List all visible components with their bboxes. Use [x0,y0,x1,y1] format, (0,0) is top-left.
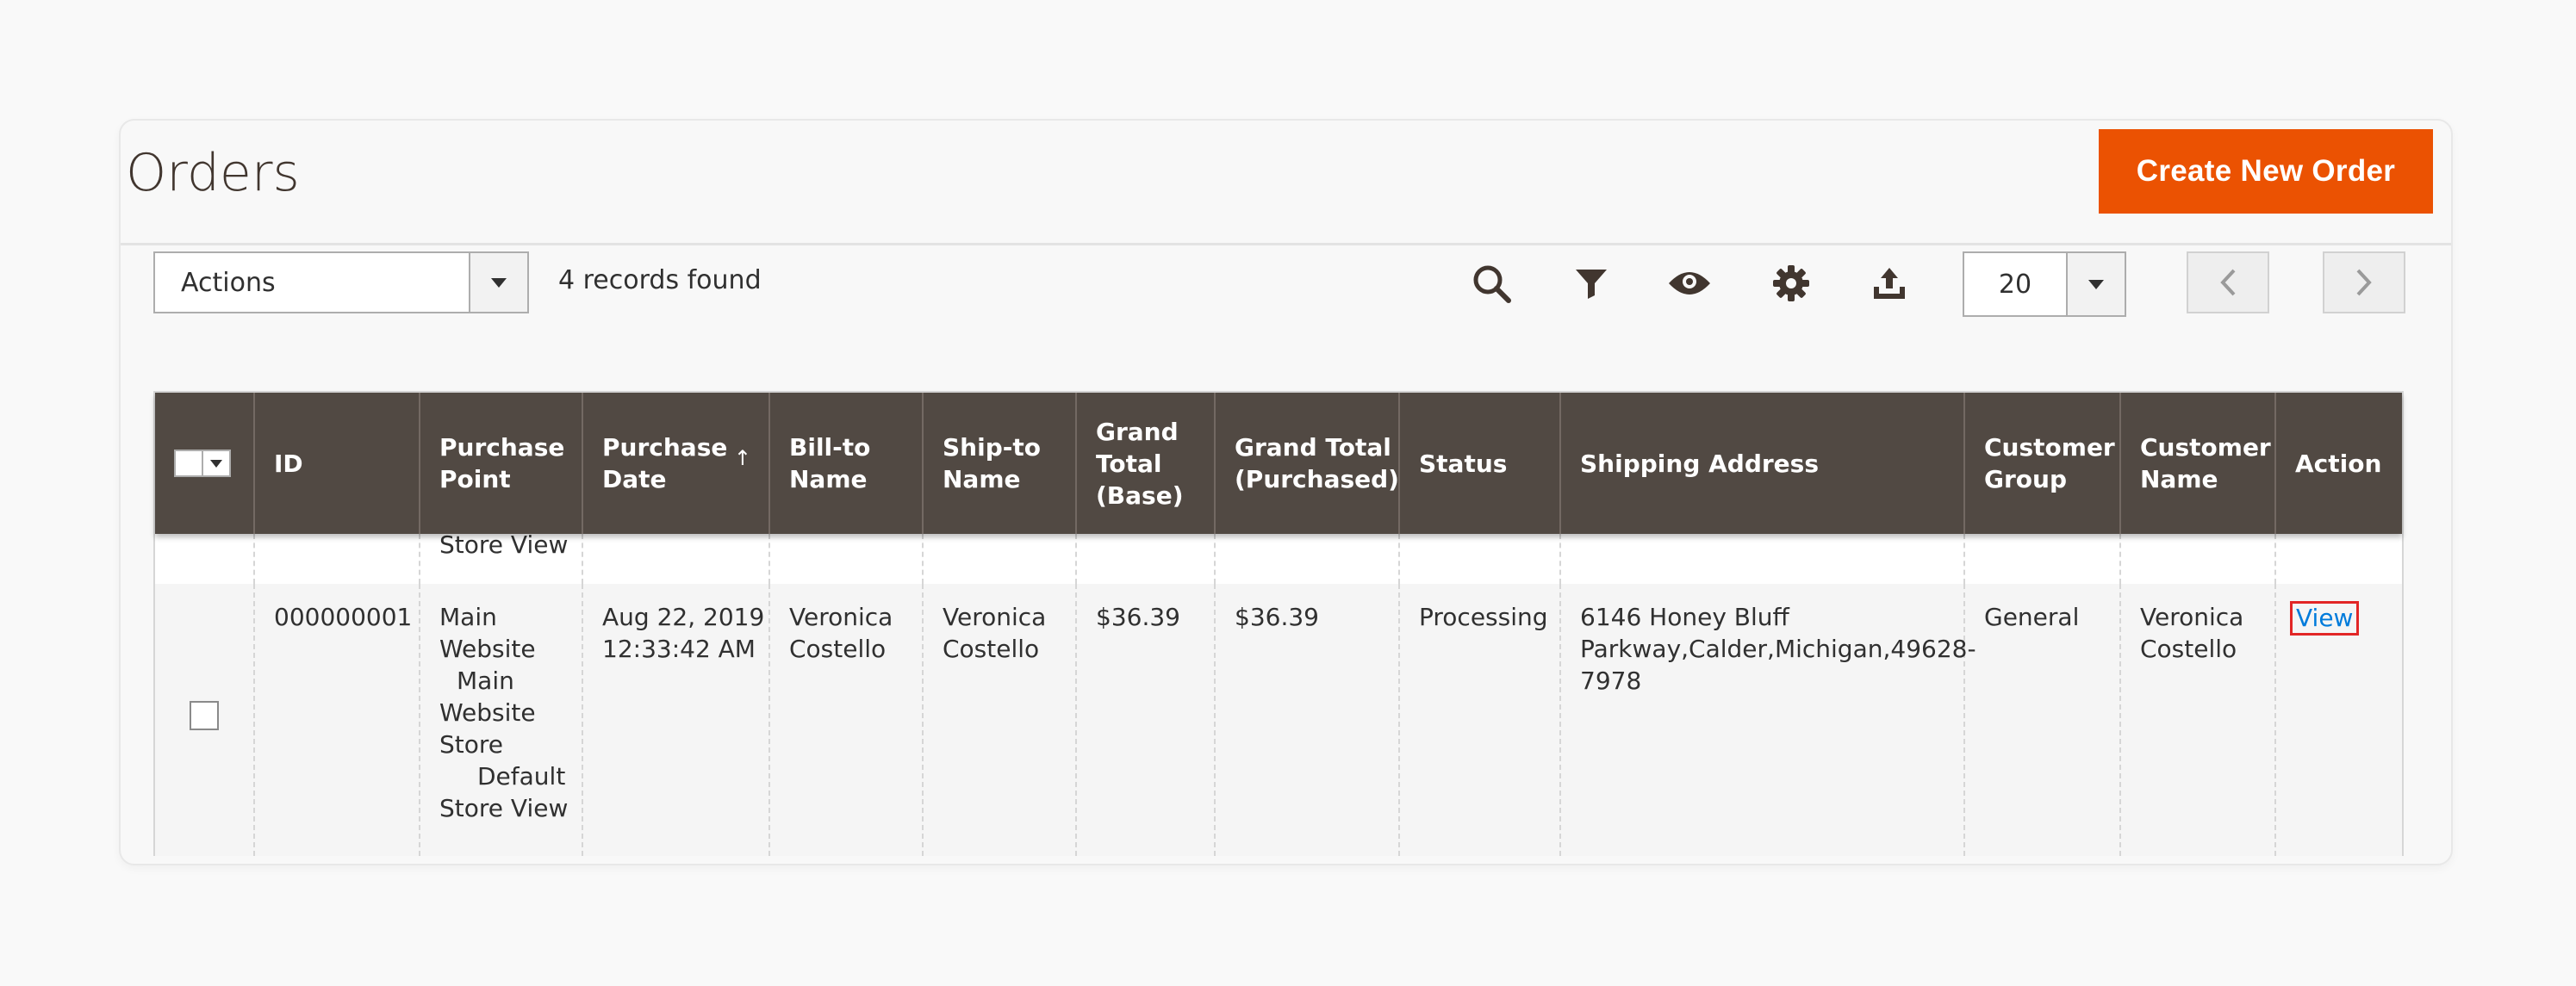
purchase-point-text: Website [439,635,536,663]
purchase-date-line: Aug 22, 2019 [602,603,765,631]
mass-select-checkbox[interactable] [174,450,231,477]
cell-empty [255,534,420,584]
export-icon[interactable] [1866,260,1913,307]
cell-status: Processing [1400,584,1561,856]
cell-customer-name: Veronica Costello [2121,584,2276,856]
column-header-customer-name[interactable]: Customer Name [2121,393,2276,534]
mass-select-toggle[interactable] [203,459,229,468]
header-divider [121,243,2451,245]
cell-empty [1561,534,1965,584]
caret-down-icon [210,459,222,468]
caret-down-icon [2088,279,2104,289]
purchase-point-text: Default [477,762,566,791]
prev-page-button[interactable] [2187,251,2269,313]
column-header-shipping-address[interactable]: Shipping Address [1561,393,1965,534]
cell-customer-group: General [1965,584,2121,856]
cell-empty [1077,534,1216,584]
actions-dropdown[interactable]: Actions [153,251,529,313]
purchase-point-line: Website [439,633,582,665]
column-header-purchase-date[interactable]: Purchase Date ↑ [583,393,770,534]
purchase-point-line: Website [439,698,536,727]
gear-icon[interactable] [1768,260,1814,307]
grid-header: ID Purchase Point Purchase Date ↑ Bill-t… [155,393,2402,534]
cell-ship-to-name: Veronica Costello [924,584,1077,856]
view-order-link[interactable]: View [2290,601,2360,636]
table-row[interactable]: 000000001 Main Website Main Website Stor… [155,584,2402,856]
column-header-action: Action [2295,449,2382,478]
ship-to-first: Veronica [943,603,1047,631]
column-header-status[interactable]: Status [1400,393,1561,534]
cell-empty [1965,534,2121,584]
mass-select-box[interactable] [176,451,203,475]
eye-icon[interactable] [1666,260,1713,307]
per-page-value: 20 [1998,269,2032,300]
cell-purchase-point: Main Website Main Website Store Default … [420,584,583,856]
cell-purchase-date: Aug 22, 2019 12:33:42 AM [583,584,770,856]
cell-empty [2121,534,2276,584]
address-line: 6146 Honey Bluff [1580,603,1789,631]
column-header-bill-to-name[interactable]: Bill-to Name [770,393,924,534]
cell-action: View [2276,584,2402,856]
chevron-left-icon [2220,269,2236,296]
cell-empty [770,534,924,584]
ship-to-last: Costello [943,635,1040,663]
cell-bill-to-name: Veronica Costello [770,584,924,856]
purchase-point-line: Store [439,730,504,759]
previous-row-fragment: Store View [155,534,2402,584]
search-icon[interactable] [1468,260,1515,307]
cell-id: 000000001 [255,584,420,856]
per-page-toggle[interactable] [2066,253,2125,315]
next-page-button[interactable] [2323,251,2405,313]
purchase-point-line: Main [439,603,497,631]
cell-grand-total-base: $36.39 [1077,584,1216,856]
customer-first: Veronica [2140,603,2244,631]
cell-select [155,584,255,856]
chevron-right-icon [2356,269,2372,296]
bill-to-last: Costello [789,635,887,663]
cell-empty [583,534,770,584]
cell-empty [924,534,1077,584]
purchase-time-line: 12:33:42 AM [602,635,756,663]
caret-down-icon [491,277,507,288]
customer-last: Costello [2140,635,2237,663]
actions-dropdown-toggle[interactable] [469,253,527,312]
sort-ascending-icon: ↑ [733,446,751,470]
purchase-point-line: Main [439,665,582,697]
purchase-point-text: Main [457,667,514,695]
records-count: 4 records found [558,265,762,295]
cell-shipping-address: 6146 Honey Bluff Parkway,Calder,Michigan… [1561,584,1976,856]
column-header-purchase-point[interactable]: Purchase Point [420,393,583,534]
address-line: Parkway,Calder,Michigan,49628- [1580,635,1976,663]
cell-empty [2276,534,2402,584]
purchase-point-line: Default [439,760,582,792]
bill-to-first: Veronica [789,603,893,631]
cell-purchase-point-fragment: Store View [420,534,583,584]
address-line: 7978 [1580,667,1642,695]
cell-empty [1400,534,1561,584]
cell-empty [1216,534,1400,584]
cell-empty [155,534,255,584]
column-header-purchase-date-label: Purchase Date [602,433,728,493]
filter-icon[interactable] [1568,260,1615,307]
mass-select-header [155,393,255,534]
orders-panel: Orders Create New Order Actions 4 record… [119,119,2453,865]
create-new-order-button[interactable]: Create New Order [2099,129,2433,214]
actions-dropdown-label: Actions [181,267,276,298]
page-title: Orders [126,143,300,203]
column-header-id[interactable]: ID [255,393,420,534]
per-page-select[interactable]: 20 [1963,251,2126,317]
column-header-grand-total-purchased[interactable]: Grand Total (Purchased) [1216,393,1400,534]
cell-grand-total-purchased: $36.39 [1216,584,1400,856]
orders-grid: ID Purchase Point Purchase Date ↑ Bill-t… [153,391,2404,856]
column-header-customer-group[interactable]: Customer Group [1965,393,2121,534]
row-checkbox[interactable] [190,701,219,730]
purchase-point-line: Store View [439,794,569,822]
column-header-ship-to-name[interactable]: Ship-to Name [924,393,1077,534]
column-header-grand-total-base[interactable]: Grand Total (Base) [1077,393,1216,534]
